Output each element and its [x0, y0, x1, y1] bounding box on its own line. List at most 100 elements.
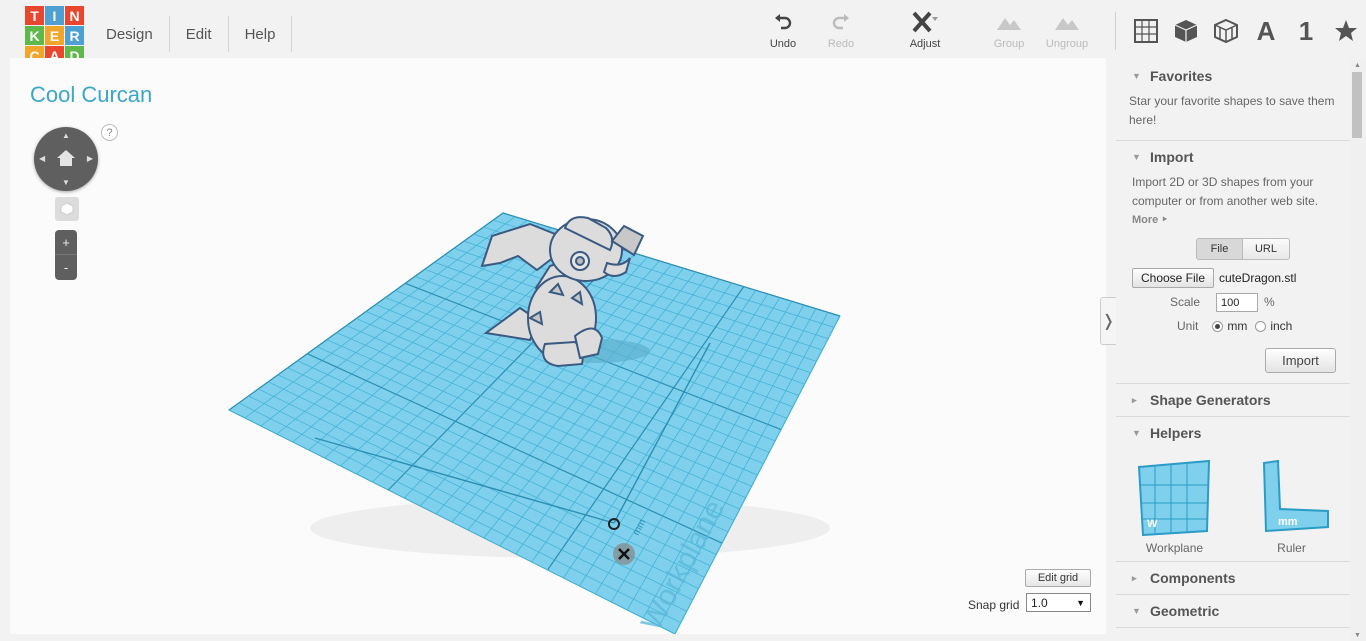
snap-grid-label: Snap grid — [968, 598, 1020, 612]
components-section: ▸ Components — [1116, 562, 1350, 595]
collapse-panel-button[interactable]: ❭ — [1100, 297, 1116, 345]
menu-design[interactable]: Design — [90, 16, 170, 52]
import-source-toggle: File URL — [1196, 238, 1337, 260]
geometric-header[interactable]: ▼ Geometric — [1116, 595, 1350, 627]
group-label: Group — [993, 38, 1025, 50]
shape-generators-header[interactable]: ▸ Shape Generators — [1116, 384, 1350, 416]
zoom-control: + - — [55, 230, 77, 280]
ruler-helper-icon: mm — [1262, 459, 1329, 533]
helpers-header[interactable]: ▼ Helpers — [1116, 417, 1350, 449]
home-icon[interactable] — [56, 148, 76, 168]
shapes-sidebar: ▼ Favorites Star your favorite shapes to … — [1116, 60, 1350, 641]
collapsed-triangle-icon: ▸ — [1132, 572, 1137, 583]
ungroup-button[interactable]: Ungroup — [1037, 12, 1097, 50]
redo-icon — [811, 12, 871, 34]
favorites-text: Star your favorite shapes to save them h… — [1129, 94, 1335, 127]
orbit-right-arrow[interactable]: ▶ — [87, 154, 93, 163]
design-title[interactable]: Cool Curcan — [30, 82, 152, 108]
expanded-triangle-icon: ▼ — [1132, 71, 1141, 81]
orbit-left-arrow[interactable]: ◀ — [39, 154, 45, 163]
undo-button[interactable]: Undo — [753, 12, 813, 50]
logo-letter: N — [65, 6, 84, 25]
pattern-box-icon[interactable] — [1206, 13, 1246, 49]
shape-generators-section: ▸ Shape Generators — [1116, 384, 1350, 417]
import-header[interactable]: ▼ Import — [1116, 141, 1350, 173]
workplane-scene[interactable]: mm Workplane — [10, 58, 1106, 634]
favorites-header[interactable]: ▼ Favorites — [1116, 60, 1350, 92]
choose-file-button[interactable]: Choose File — [1132, 268, 1214, 288]
helpers-title: Helpers — [1150, 425, 1202, 441]
selected-file-name: cuteDragon.stl — [1219, 270, 1297, 285]
adjust-icon — [895, 11, 955, 34]
ungroup-label: Ungroup — [1045, 38, 1089, 50]
components-title: Components — [1150, 570, 1236, 586]
3d-canvas[interactable]: mm Workplane Cool Curcan ? ▲ ▼ ◀ ▶ + - E… — [10, 58, 1106, 634]
unit-label: Unit — [1177, 319, 1199, 333]
tab-file[interactable]: File — [1196, 238, 1243, 260]
expanded-triangle-icon: ▼ — [1132, 606, 1141, 616]
shape-generators-title: Shape Generators — [1150, 392, 1271, 408]
number-shape-icon[interactable]: 1 — [1286, 13, 1326, 49]
zoom-out-button[interactable]: - — [55, 255, 77, 280]
orbit-down-arrow[interactable]: ▼ — [62, 178, 70, 187]
components-header[interactable]: ▸ Components — [1116, 562, 1350, 594]
scale-label: Scale — [1170, 295, 1201, 309]
adjust-button[interactable]: Adjust — [895, 11, 955, 50]
top-bar: TINKERCAD Design Edit Help Undo Redo Adj… — [0, 0, 1366, 66]
geometric-section: ▼ Geometric — [1116, 595, 1350, 628]
dropdown-arrow-icon: ▼ — [1076, 597, 1085, 608]
unit-mm-radio[interactable] — [1212, 321, 1224, 332]
scrollbar-thumb[interactable] — [1352, 72, 1362, 138]
orbit-up-arrow[interactable]: ▲ — [62, 131, 70, 140]
helpers-section: ▼ Helpers W Workplane mm Ruler — [1116, 417, 1350, 562]
zoom-in-button[interactable]: + — [55, 230, 77, 255]
tab-url[interactable]: URL — [1243, 238, 1290, 260]
main-menu: Design Edit Help — [90, 16, 293, 52]
import-button[interactable]: Import — [1265, 348, 1336, 373]
group-button[interactable]: Group — [979, 12, 1039, 50]
workplane-helper[interactable]: W Workplane — [1116, 457, 1233, 555]
logo-letter: T — [25, 6, 44, 25]
unit-mm-label: mm — [1227, 319, 1248, 333]
import-title: Import — [1150, 149, 1194, 165]
scale-input[interactable] — [1216, 293, 1259, 312]
menu-edit[interactable]: Edit — [170, 16, 229, 52]
ruler-helper[interactable]: mm Ruler — [1233, 457, 1350, 555]
adjust-label: Adjust — [909, 38, 941, 50]
more-link[interactable]: More ‣ — [1132, 211, 1337, 230]
undo-label: Undo — [769, 38, 797, 50]
snap-grid-value: 1.0 — [1031, 595, 1048, 610]
edit-grid-button[interactable]: Edit grid — [1025, 569, 1091, 587]
help-icon[interactable]: ? — [101, 124, 118, 141]
workplane-helper-icon: W — [1137, 459, 1210, 537]
expanded-triangle-icon: ▼ — [1132, 152, 1141, 162]
redo-button[interactable]: Redo — [811, 12, 871, 50]
snap-grid-select[interactable]: 1.0 ▼ — [1026, 593, 1091, 612]
sidebar-scrollbar[interactable]: ▲ ▼ — [1350, 60, 1366, 641]
ruler-helper-mark: mm — [1278, 516, 1298, 528]
logo-letter: K — [25, 26, 44, 45]
view-cube-icon[interactable] — [55, 197, 79, 221]
unit-inch-label: inch — [1270, 319, 1293, 333]
tinkercad-logo[interactable]: TINKERCAD — [25, 6, 85, 66]
geometric-title: Geometric — [1150, 603, 1220, 619]
grid-icon[interactable] — [1126, 13, 1166, 49]
box-icon[interactable] — [1166, 13, 1206, 49]
unit-inch-radio[interactable] — [1255, 321, 1267, 332]
scroll-down-icon[interactable]: ▼ — [1354, 632, 1361, 639]
star-icon[interactable] — [1326, 13, 1366, 49]
scale-unit: % — [1264, 295, 1275, 309]
text-shape-icon[interactable]: A — [1246, 13, 1286, 49]
undo-icon — [753, 12, 813, 34]
import-section: ▼ Import Import 2D or 3D shapes from your… — [1116, 141, 1350, 384]
orbit-control[interactable]: ▲ ▼ ◀ ▶ — [34, 127, 98, 191]
group-icon — [979, 12, 1039, 34]
import-text: Import 2D or 3D shapes from your compute… — [1132, 175, 1319, 208]
logo-letter: E — [45, 26, 64, 45]
redo-label: Redo — [827, 38, 855, 50]
favorites-section: ▼ Favorites Star your favorite shapes to … — [1116, 60, 1350, 141]
menu-help[interactable]: Help — [229, 16, 293, 52]
chevron-right-icon: ❭ — [1101, 313, 1116, 330]
scroll-up-icon[interactable]: ▲ — [1354, 62, 1361, 69]
favorites-title: Favorites — [1150, 68, 1213, 84]
